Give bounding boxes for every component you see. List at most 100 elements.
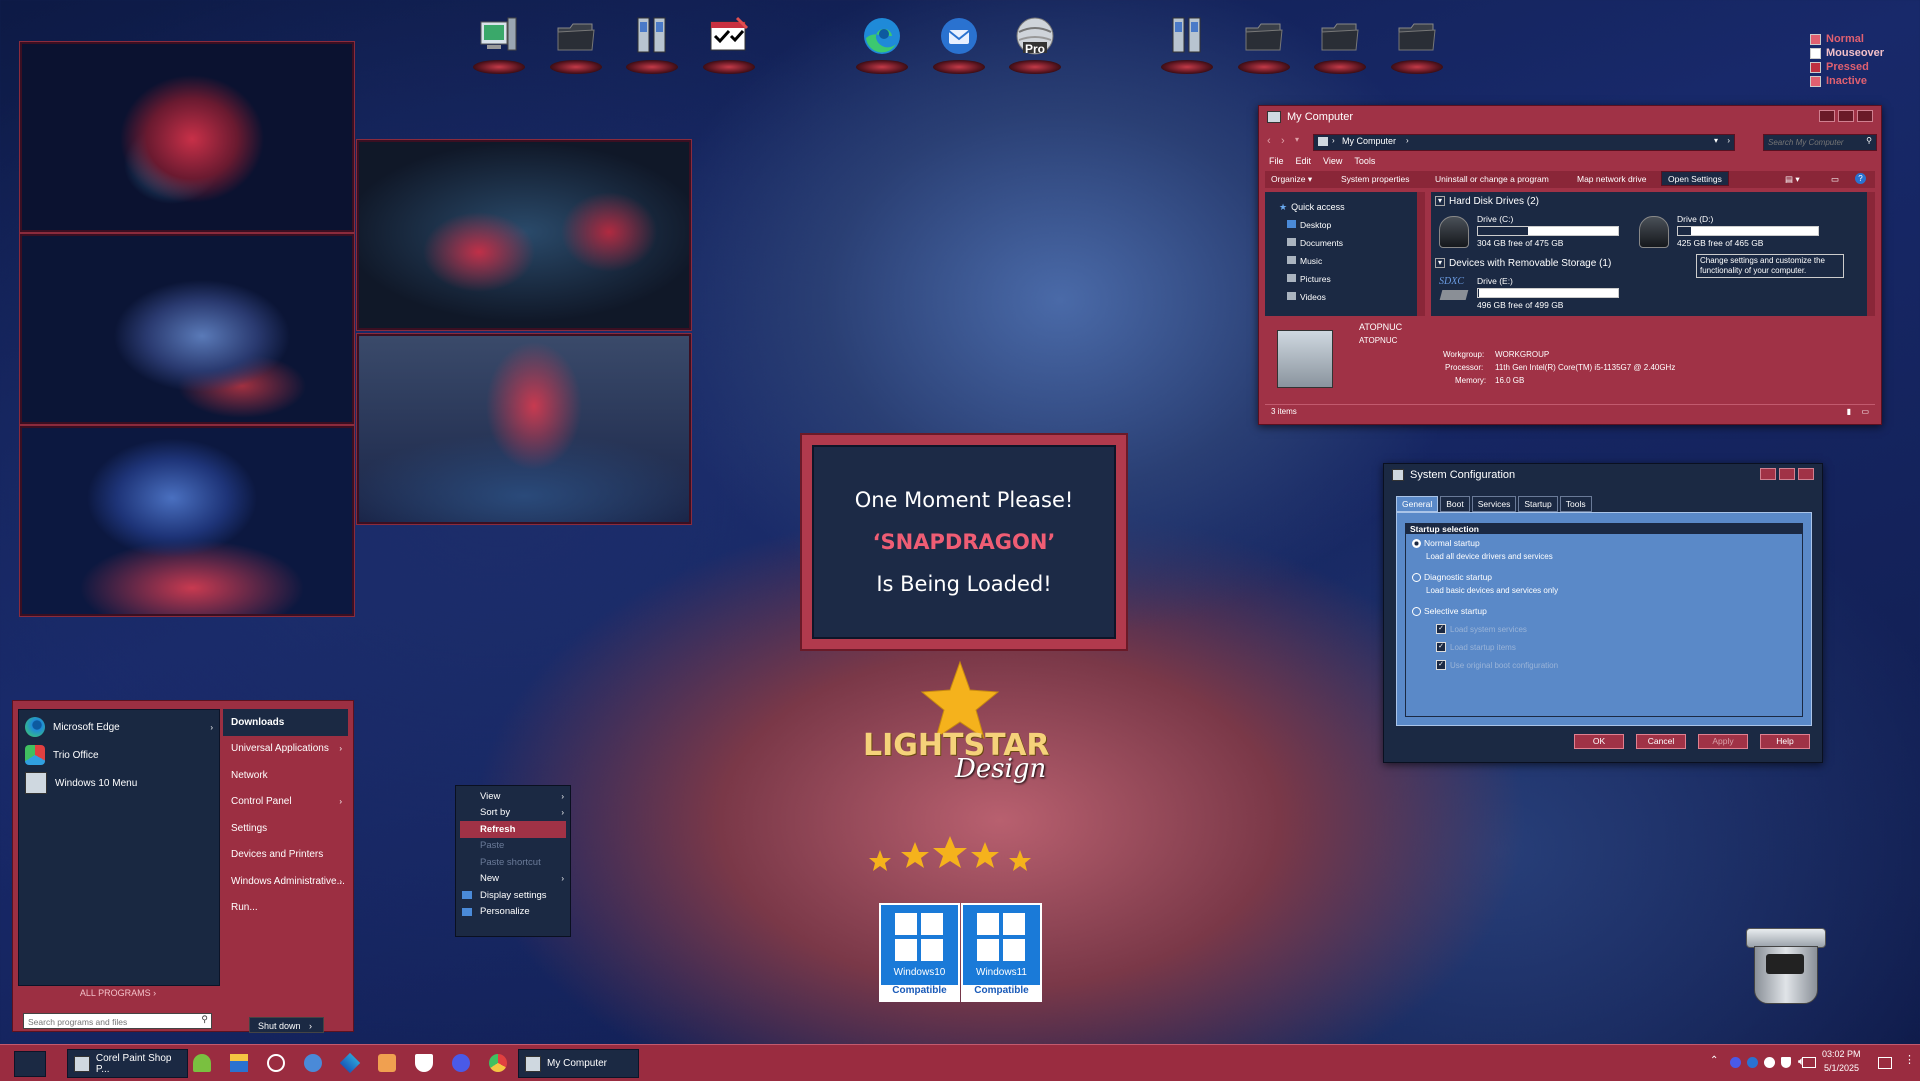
start-search-input[interactable] [26,1015,190,1028]
context-paste[interactable]: Paste [456,838,570,855]
drives-icon[interactable] [620,10,684,74]
folder-icon[interactable] [1232,10,1296,74]
details-view-icon[interactable]: ▮ [1847,407,1851,416]
preview-pane-icon[interactable]: ▭ [1831,174,1839,185]
search-input[interactable] [1766,136,1860,149]
wallpaper-thumb-dragon[interactable] [20,234,354,424]
media-icon[interactable] [378,1054,396,1072]
group-header-hdd[interactable]: ▾ Hard Disk Drives (2) [1435,196,1539,207]
search-icon[interactable]: ⚲ [201,1014,208,1025]
open-settings-button[interactable]: Open Settings [1661,171,1729,186]
group-header-removable[interactable]: ▾ Devices with Removable Storage (1) [1435,258,1611,269]
start-item-trio-office[interactable]: Trio Office [19,741,219,769]
notifications-icon[interactable] [1878,1057,1892,1069]
start-item-settings[interactable]: Settings [223,815,348,842]
pro-disc-icon[interactable]: Pro [1003,10,1067,74]
maximize-button[interactable] [1779,468,1795,480]
wallpaper-thumb-roses[interactable] [357,140,691,330]
organize-button[interactable]: Organize ▾ [1271,174,1312,185]
window-titlebar[interactable]: My Computer [1259,106,1881,128]
start-button[interactable] [14,1051,46,1077]
taskbar-app-corel[interactable]: Corel Paint Shop P... [67,1049,188,1078]
context-sort-by[interactable]: Sort by › [456,805,570,822]
start-item-run[interactable]: Run... [223,895,348,922]
recycle-bin-icon[interactable] [1742,928,1828,1008]
search-box[interactable]: ⚲ [1763,134,1877,151]
window-titlebar[interactable]: System Configuration [1384,464,1822,486]
folder-icon[interactable] [1385,10,1449,74]
drive-d[interactable]: Drive (D:) 425 GB free of 465 GB [1639,214,1839,254]
nav-documents[interactable]: Documents [1287,238,1343,248]
nav-quick-access[interactable]: ★ Quick access [1279,202,1345,213]
menu-tools[interactable]: Tools [1354,156,1375,166]
taskbar-app-my-computer[interactable]: My Computer [518,1049,639,1078]
start-search-box[interactable]: ⚲ [23,1013,212,1029]
context-paste-shortcut[interactable]: Paste shortcut [456,854,570,871]
menu-view[interactable]: View [1323,156,1342,166]
context-display-settings[interactable]: Display settings [456,887,570,904]
shield-icon[interactable] [415,1054,433,1072]
nav-music[interactable]: Music [1287,256,1322,266]
load-system-services-checkbox[interactable]: ✓ Load system services [1436,624,1527,634]
computer-icon[interactable] [467,10,531,74]
start-item-network[interactable]: Network [223,762,348,789]
tab-tools[interactable]: Tools [1559,496,1592,512]
normal-startup-radio[interactable]: Normal startup [1412,538,1480,548]
clock-date[interactable]: 5/1/2025 [1824,1063,1859,1073]
close-button[interactable] [1798,468,1814,480]
view-options-icon[interactable]: ▤ ▾ [1785,174,1800,185]
tray-app-icon[interactable] [1747,1057,1758,1068]
context-new[interactable]: New › [456,871,570,888]
network-icon[interactable] [1802,1057,1816,1068]
clock-time[interactable]: 03:02 PM [1822,1049,1861,1059]
diagnostic-startup-radio[interactable]: Diagnostic startup [1412,572,1492,582]
drives-icon[interactable] [1155,10,1219,74]
content-scrollbar[interactable] [1867,192,1875,316]
use-original-boot-checkbox[interactable]: ✓ Use original boot configuration [1436,660,1558,670]
security-icon[interactable] [1781,1057,1791,1068]
chevron-down-icon[interactable]: ▾ [1714,136,1718,145]
start-item-downloads[interactable]: Downloads [223,709,348,736]
tray-app-icon[interactable] [1764,1057,1775,1068]
blue-circle-icon[interactable] [452,1054,470,1072]
android-icon[interactable] [193,1054,211,1072]
tab-services[interactable]: Services [1471,496,1517,512]
start-item-control-panel[interactable]: Control Panel › [223,789,348,816]
all-programs-button[interactable]: ALL PROGRAMS › [18,988,218,998]
thunderbird-icon[interactable] [927,10,991,74]
cursor-app-icon[interactable] [304,1054,322,1072]
system-properties-button[interactable]: System properties [1341,174,1410,184]
recent-icon[interactable]: ▾ [1295,135,1299,144]
layers-icon[interactable] [339,1052,361,1074]
cancel-button[interactable]: Cancel [1636,734,1686,749]
start-item-microsoft-edge[interactable]: Microsoft Edge › [19,713,219,741]
context-personalize[interactable]: Personalize [456,904,570,921]
nav-scrollbar[interactable] [1417,192,1425,316]
tiles-view-icon[interactable]: ▭ [1861,407,1869,416]
nav-pictures[interactable]: Pictures [1287,274,1331,284]
search-icon[interactable]: ⚲ [1866,136,1872,145]
selective-startup-radio[interactable]: Selective startup [1412,606,1487,616]
start-item-windows-10-menu[interactable]: Windows 10 Menu [19,769,219,797]
nav-videos[interactable]: Videos [1287,292,1326,302]
start-item-windows-administrative[interactable]: Windows Administrative... › [223,868,348,895]
forward-icon[interactable]: › [1281,135,1285,147]
edge-icon[interactable] [850,10,914,74]
back-icon[interactable]: ‹ [1267,135,1271,147]
start-item-devices-and-printers[interactable]: Devices and Printers [223,842,348,869]
start-item-universal-applications[interactable]: Universal Applications › [223,736,348,763]
context-refresh[interactable]: Refresh [460,821,566,838]
tab-boot[interactable]: Boot [1440,496,1470,512]
drive-c[interactable]: Drive (C:) 304 GB free of 475 GB [1439,214,1629,254]
collapse-icon[interactable]: ▾ [1435,258,1445,268]
chrome-icon[interactable] [489,1054,507,1072]
folder-icon[interactable] [1308,10,1372,74]
wallpaper-thumb-landscape[interactable] [357,334,691,524]
drive-e[interactable]: SDXC Drive (E:) 496 GB free of 499 GB [1439,276,1629,316]
minimize-button[interactable] [1819,110,1835,122]
map-drive-button[interactable]: Map network drive [1577,174,1646,184]
context-view[interactable]: View › [456,788,570,805]
wallpaper-thumb-dragon-flowers[interactable] [20,426,354,616]
menu-edit[interactable]: Edit [1296,156,1312,166]
nav-desktop[interactable]: Desktop [1287,220,1331,230]
